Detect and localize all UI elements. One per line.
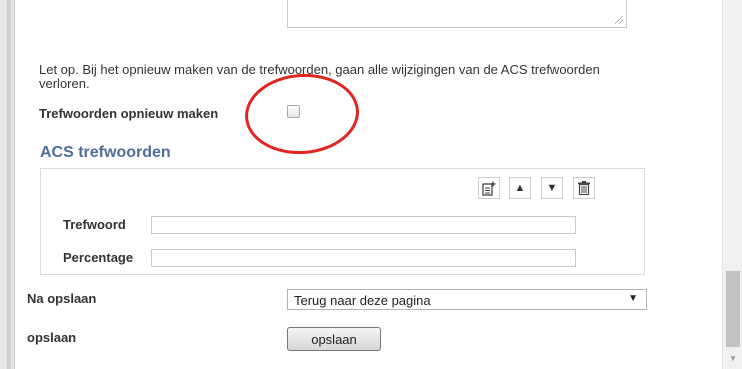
form-content: Let op. Bij het opnieuw maken van de tre… [15, 0, 722, 369]
arrow-down-icon: ▼ [546, 182, 558, 194]
chevron-down-icon: ▼ [628, 293, 638, 304]
acs-section-title: ACS trefwoorden [40, 144, 171, 161]
percentage-label: Percentage [63, 250, 134, 265]
vertical-scrollbar[interactable]: ▼ [722, 0, 742, 369]
keyword-input[interactable] [151, 216, 576, 234]
save-button[interactable]: opslaan [287, 327, 381, 351]
regenerate-warning: Let op. Bij het opnieuw maken van de tre… [39, 63, 679, 91]
percentage-input[interactable] [151, 249, 576, 267]
save-row-label: opslaan [27, 330, 77, 345]
add-document-icon [482, 181, 496, 196]
add-keyword-button[interactable] [478, 177, 500, 199]
left-frame-border [0, 0, 15, 369]
move-down-button[interactable]: ▼ [541, 177, 563, 199]
after-save-selected-value: Terug naar deze pagina [294, 293, 431, 308]
acs-keywords-panel: ▲ ▼ Trefwoord Percentage [40, 168, 645, 275]
after-save-select[interactable]: Terug naar deze pagina ▼ [287, 289, 647, 310]
resize-grip-icon[interactable] [615, 16, 623, 24]
trash-icon [578, 181, 590, 195]
warning-line-1: Let op. Bij het opnieuw maken van de tre… [39, 62, 600, 77]
description-textarea[interactable] [287, 0, 627, 28]
regenerate-keywords-label: Trefwoorden opnieuw maken [39, 106, 219, 121]
arrow-up-icon: ▲ [514, 182, 526, 194]
after-save-label: Na opslaan [27, 291, 97, 306]
move-up-button[interactable]: ▲ [509, 177, 531, 199]
warning-line-2: verloren. [39, 76, 90, 91]
scroll-down-icon[interactable]: ▼ [729, 354, 737, 363]
keyword-label: Trefwoord [63, 217, 126, 232]
delete-keyword-button[interactable] [573, 177, 595, 199]
scrollbar-thumb[interactable] [726, 271, 740, 347]
